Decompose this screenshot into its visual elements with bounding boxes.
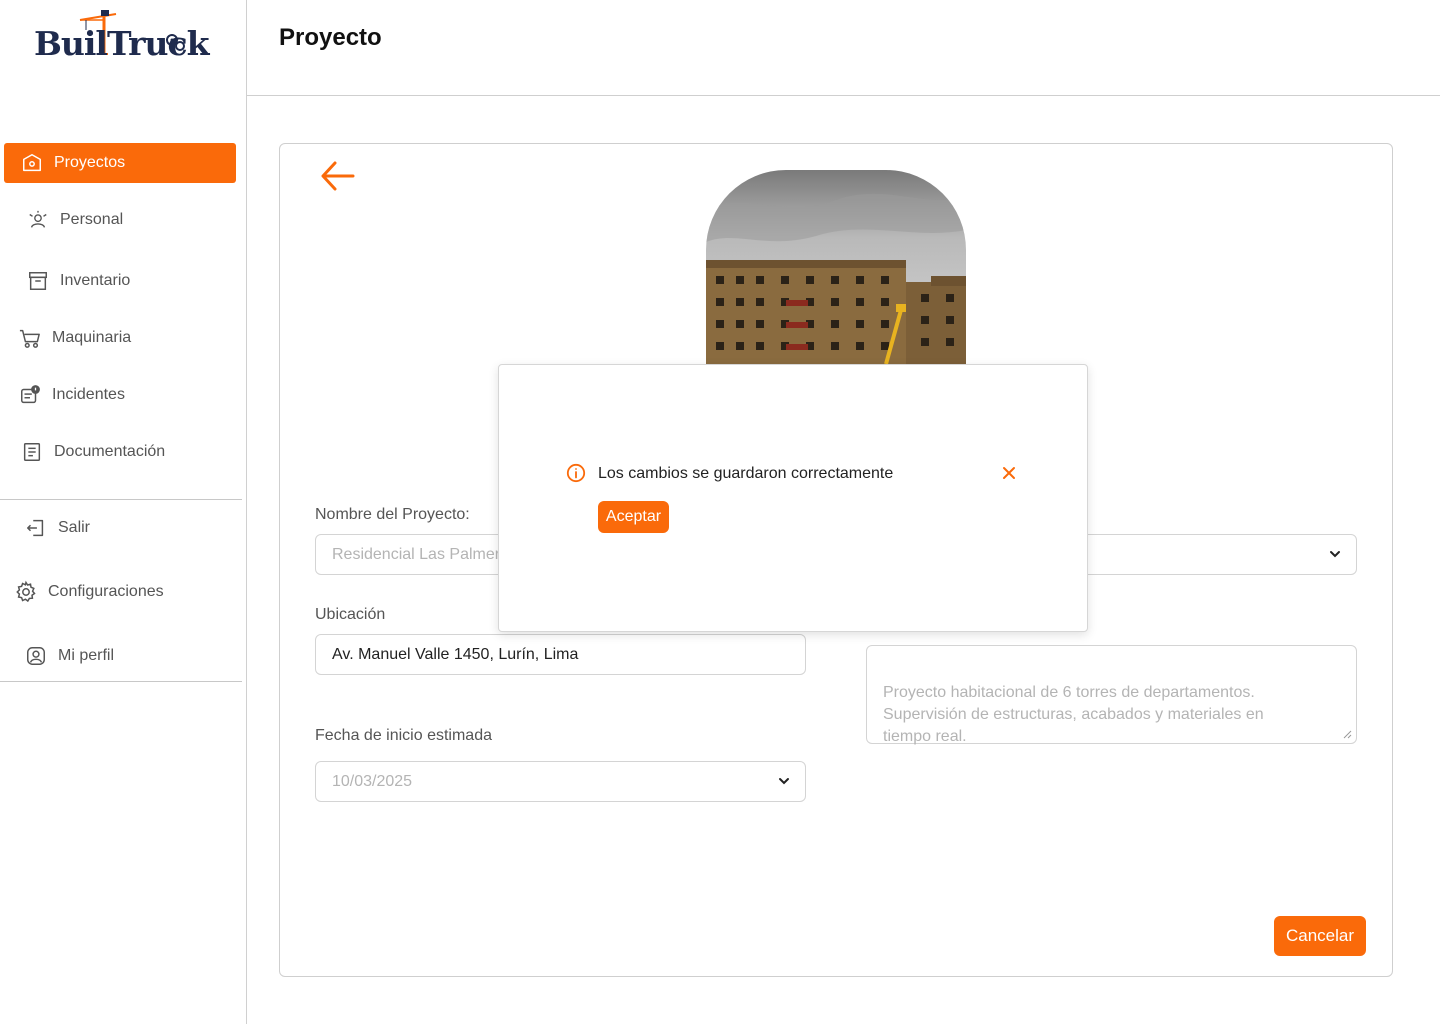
- success-dialog: Los cambios se guardaron correctamente A…: [498, 364, 1088, 632]
- sidebar-item-personal[interactable]: Personal: [4, 200, 236, 240]
- accept-button[interactable]: Aceptar: [598, 501, 669, 533]
- page-header: Proyecto: [247, 0, 1440, 96]
- page-title: Proyecto: [279, 24, 382, 51]
- location-value: Av. Manuel Valle 1450, Lurín, Lima: [332, 645, 579, 663]
- location-input[interactable]: Av. Manuel Valle 1450, Lurín, Lima: [315, 634, 806, 675]
- sidebar-divider: [0, 499, 242, 500]
- sidebar-item-proyectos[interactable]: Proyectos: [4, 143, 236, 183]
- cart-icon: [18, 326, 42, 350]
- builtruck-logo[interactable]: BuilTruck: [34, 8, 209, 68]
- incident-icon: [18, 383, 42, 407]
- sidebar: BuilTruck Proyectos Personal Inventario …: [0, 0, 247, 1024]
- logo-text: BuilTruck: [34, 24, 209, 63]
- sidebar-item-salir[interactable]: Salir: [4, 508, 236, 548]
- close-icon[interactable]: [1000, 464, 1018, 482]
- start-date-label: Fecha de inicio estimada: [315, 727, 492, 744]
- sidebar-item-mi-perfil[interactable]: Mi perfil: [4, 636, 236, 676]
- arrow-left-icon: [321, 161, 355, 191]
- document-icon: [20, 440, 44, 464]
- project-name-label: Nombre del Proyecto:: [315, 506, 470, 523]
- sidebar-item-inventario[interactable]: Inventario: [4, 261, 236, 301]
- start-date-value: 10/03/2025: [332, 772, 413, 790]
- dialog-message: Los cambios se guardaron correctamente: [598, 465, 894, 482]
- sidebar-item-label: Configuraciones: [48, 583, 164, 600]
- chevron-down-icon: [1330, 551, 1340, 558]
- logout-icon: [24, 516, 48, 540]
- back-button[interactable]: [318, 158, 358, 194]
- sidebar-item-label: Documentación: [54, 443, 166, 460]
- sidebar-item-label: Personal: [60, 211, 124, 228]
- description-textarea[interactable]: Proyecto habitacional de 6 torres de dep…: [866, 645, 1357, 745]
- sidebar-item-label: Maquinaria: [52, 329, 132, 346]
- sidebar-item-label: Incidentes: [52, 386, 125, 403]
- archive-icon: [26, 269, 50, 293]
- sidebar-item-label: Salir: [58, 519, 91, 536]
- description-placeholder: Proyecto habitacional de 6 torres de dep…: [883, 684, 1264, 745]
- project-photo[interactable]: [706, 170, 966, 364]
- chevron-down-icon: [779, 778, 789, 785]
- sidebar-item-label: Proyectos: [54, 154, 126, 171]
- sidebar-item-maquinaria[interactable]: Maquinaria: [4, 318, 236, 358]
- sidebar-item-incidentes[interactable]: Incidentes: [4, 375, 236, 415]
- home-icon: [20, 151, 44, 175]
- resize-grip-icon[interactable]: [1343, 730, 1352, 739]
- sidebar-item-configuraciones[interactable]: Configuraciones: [4, 572, 236, 612]
- sidebar-item-label: Inventario: [60, 272, 131, 289]
- gear-icon: [14, 580, 38, 604]
- building-image: [706, 170, 966, 364]
- sidebar-divider: [0, 681, 242, 682]
- sidebar-item-documentacion[interactable]: Documentación: [4, 432, 236, 472]
- cancel-button[interactable]: Cancelar: [1274, 916, 1366, 956]
- start-date-select[interactable]: 10/03/2025: [315, 761, 806, 802]
- info-icon: [566, 463, 586, 483]
- sidebar-item-label: Mi perfil: [58, 647, 115, 664]
- location-label: Ubicación: [315, 606, 386, 623]
- project-name-placeholder: Residencial Las Palmeras: [332, 545, 517, 563]
- personnel-icon: [26, 208, 50, 232]
- user-icon: [24, 644, 48, 668]
